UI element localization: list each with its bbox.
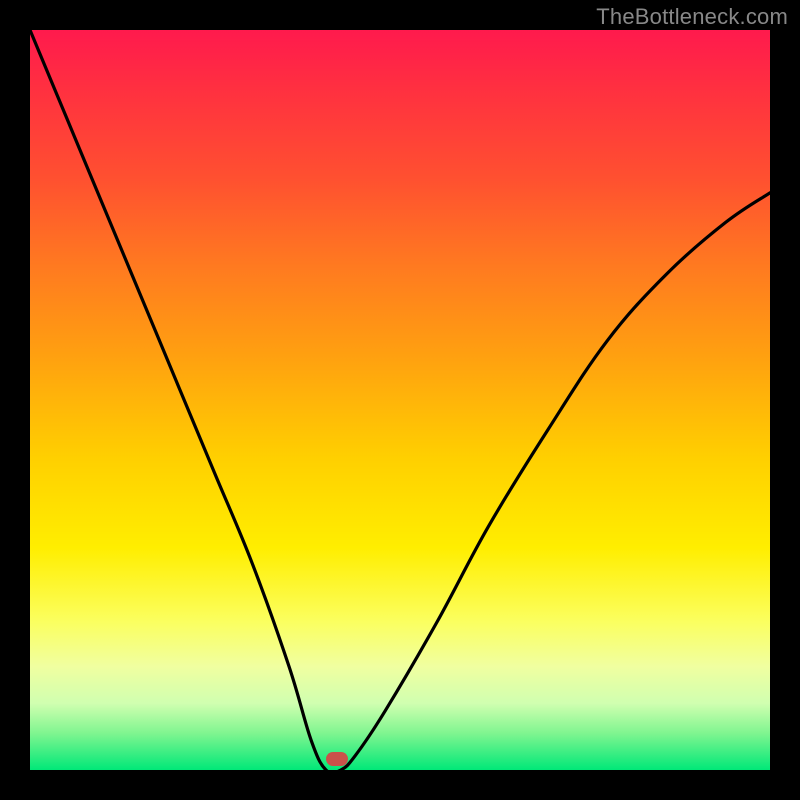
chart-frame: TheBottleneck.com [0, 0, 800, 800]
bottleneck-curve [30, 30, 770, 770]
plot-area [30, 30, 770, 770]
watermark-text: TheBottleneck.com [596, 4, 788, 30]
minimum-dot [326, 752, 348, 766]
curve-svg [30, 30, 770, 770]
